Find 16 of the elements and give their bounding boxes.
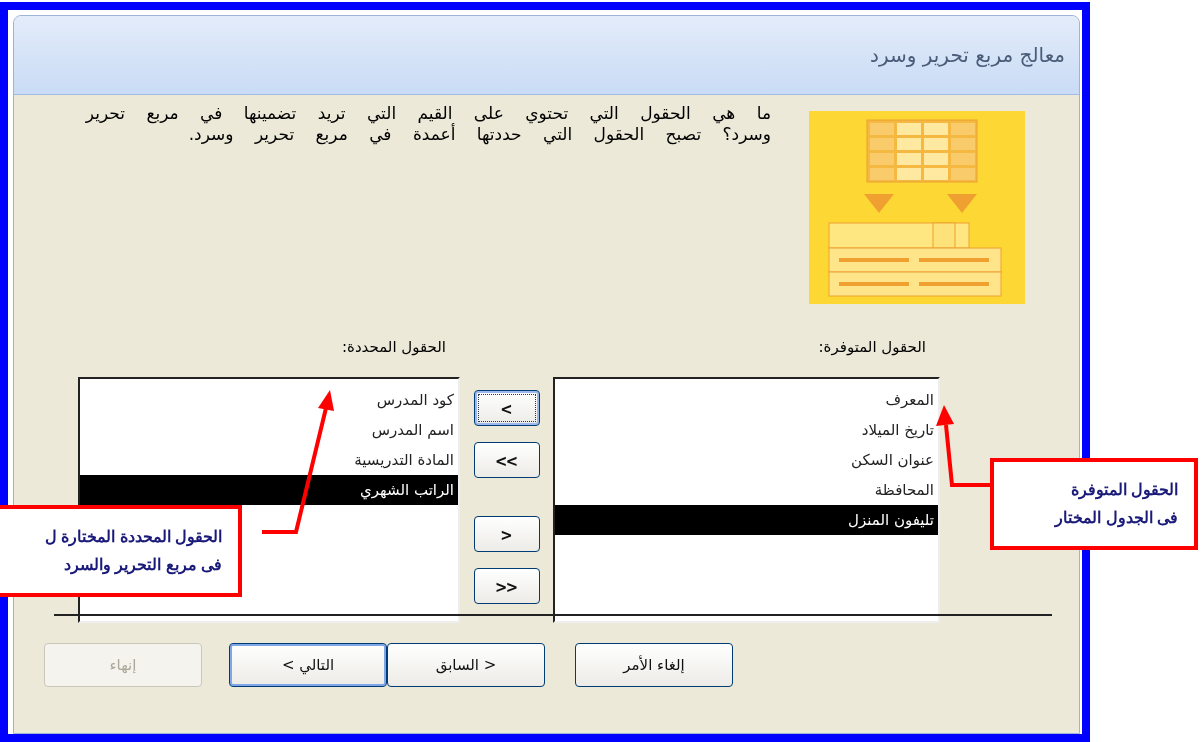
- window-title: معالج مربع تحرير وسرد: [870, 43, 1065, 67]
- list-item[interactable]: تليفون المنزل: [555, 505, 938, 535]
- callout-text: فى الجدول المختار: [1053, 508, 1178, 530]
- move-button[interactable]: <: [473, 390, 540, 426]
- move-button[interactable]: >: [473, 516, 540, 552]
- list-label: الحقول المتوفرة:: [817, 337, 927, 358]
- move-button[interactable]: >>: [473, 568, 540, 604]
- wizard-button[interactable]: < السابق: [387, 643, 545, 687]
- wizard-button[interactable]: إلغاء الأمر: [575, 643, 733, 687]
- list-label: الحقول المحددة:: [341, 337, 447, 358]
- list-item[interactable]: الراتب الشهري: [80, 475, 458, 505]
- description-text: ما هي الحقول التي تحتوي على القيم التي تريد تضمينها في مربع تحرير وسرد؟ تصبح الحقول التي حددتها أعمدة في مربع تحرير وسرد.: [84, 103, 771, 145]
- field-list[interactable]: المعرف تاريخ الميلاد عنوان السكن المحافظة تليفون المنزل: [553, 377, 940, 623]
- wizard-button[interactable]: التالي >: [229, 643, 387, 687]
- callout-text: الحقول المتوفرة: [1069, 480, 1178, 502]
- move-button[interactable]: <<: [473, 442, 540, 478]
